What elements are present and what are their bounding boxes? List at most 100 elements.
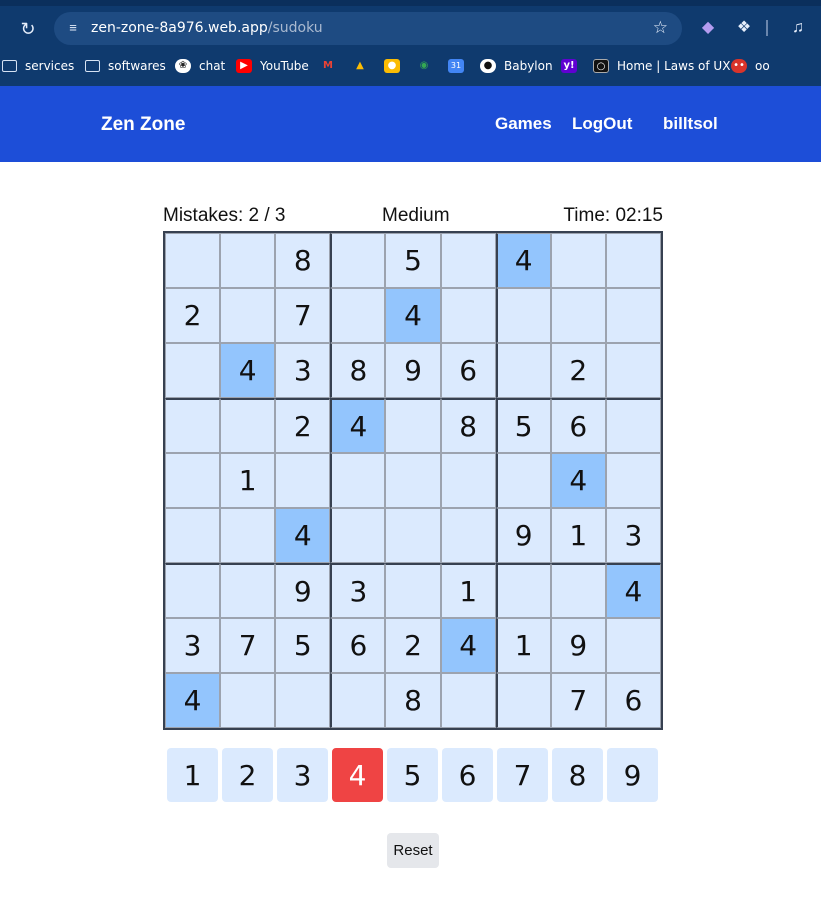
reset-button[interactable]: Reset xyxy=(387,833,439,868)
sudoku-cell[interactable]: 5 xyxy=(495,398,551,453)
sudoku-cell[interactable] xyxy=(330,288,386,343)
sudoku-cell[interactable] xyxy=(550,233,606,288)
sudoku-cell[interactable]: 5 xyxy=(275,618,331,673)
sudoku-cell[interactable]: 4 xyxy=(440,618,496,673)
number-button-6[interactable]: 6 xyxy=(442,748,493,802)
bookmark-oo[interactable]: •• oo xyxy=(731,53,770,78)
sudoku-cell[interactable] xyxy=(330,233,386,288)
sudoku-cell[interactable]: 4 xyxy=(385,288,441,343)
sudoku-cell[interactable] xyxy=(165,563,221,618)
nav-games[interactable]: Games xyxy=(495,114,552,134)
sudoku-cell[interactable] xyxy=(165,508,221,563)
bookmark-chat[interactable]: ❀ chat xyxy=(175,53,225,78)
bookmark-gmail[interactable]: M xyxy=(320,53,344,78)
site-settings-icon[interactable]: ≡ xyxy=(64,19,82,37)
sudoku-cell[interactable]: 2 xyxy=(165,288,221,343)
sudoku-cell[interactable]: 8 xyxy=(275,233,331,288)
sudoku-cell[interactable] xyxy=(440,233,496,288)
extensions-icon[interactable]: ❖ xyxy=(733,17,755,39)
sudoku-cell[interactable] xyxy=(220,563,276,618)
brand-logo[interactable]: Zen Zone xyxy=(101,114,185,136)
sudoku-cell[interactable]: 6 xyxy=(550,398,606,453)
sudoku-cell[interactable]: 9 xyxy=(385,343,441,398)
sudoku-cell[interactable] xyxy=(495,453,551,508)
bookmark-drive[interactable]: ▲ xyxy=(352,53,376,78)
sudoku-cell[interactable] xyxy=(165,453,221,508)
sudoku-cell[interactable]: 8 xyxy=(330,343,386,398)
sudoku-cell[interactable] xyxy=(220,288,276,343)
sudoku-cell[interactable] xyxy=(275,453,331,508)
sudoku-cell[interactable]: 6 xyxy=(605,673,661,728)
sudoku-cell[interactable] xyxy=(385,508,441,563)
address-bar[interactable]: ≡ zen-zone-8a976.web.app/sudoku ☆ xyxy=(54,12,682,45)
sudoku-cell[interactable]: 6 xyxy=(330,618,386,673)
sudoku-cell[interactable] xyxy=(605,398,661,453)
number-button-1[interactable]: 1 xyxy=(167,748,218,802)
sudoku-cell[interactable]: 4 xyxy=(605,563,661,618)
sudoku-cell[interactable] xyxy=(165,343,221,398)
sudoku-cell[interactable]: 3 xyxy=(605,508,661,563)
sudoku-cell[interactable]: 7 xyxy=(275,288,331,343)
sudoku-cell[interactable] xyxy=(440,673,496,728)
sudoku-cell[interactable] xyxy=(440,508,496,563)
number-button-9[interactable]: 9 xyxy=(607,748,658,802)
sudoku-cell[interactable] xyxy=(495,563,551,618)
sudoku-cell[interactable] xyxy=(385,398,441,453)
media-controls-icon[interactable]: ♫ xyxy=(787,17,809,39)
sudoku-cell[interactable] xyxy=(495,288,551,343)
sudoku-cell[interactable] xyxy=(330,673,386,728)
bookmark-youtube[interactable]: ▶ YouTube xyxy=(236,53,309,78)
sudoku-cell[interactable] xyxy=(220,508,276,563)
sudoku-cell[interactable] xyxy=(220,233,276,288)
sudoku-cell[interactable]: 6 xyxy=(440,343,496,398)
sudoku-cell[interactable]: 4 xyxy=(495,233,551,288)
sudoku-cell[interactable] xyxy=(165,398,221,453)
sudoku-cell[interactable] xyxy=(440,288,496,343)
sudoku-cell[interactable]: 1 xyxy=(220,453,276,508)
sudoku-cell[interactable]: 1 xyxy=(440,563,496,618)
sudoku-cell[interactable]: 4 xyxy=(330,398,386,453)
sudoku-cell[interactable]: 2 xyxy=(550,343,606,398)
sudoku-cell[interactable] xyxy=(605,233,661,288)
sudoku-cell[interactable] xyxy=(220,673,276,728)
sudoku-cell[interactable] xyxy=(550,563,606,618)
bookmark-softwares[interactable]: softwares xyxy=(85,53,166,78)
sudoku-cell[interactable] xyxy=(605,453,661,508)
url-text[interactable]: zen-zone-8a976.web.app/sudoku xyxy=(91,20,323,36)
sudoku-cell[interactable] xyxy=(605,618,661,673)
bookmark-star-icon[interactable]: ☆ xyxy=(653,18,668,38)
sudoku-cell[interactable]: 7 xyxy=(220,618,276,673)
sudoku-cell[interactable] xyxy=(495,673,551,728)
sudoku-cell[interactable]: 2 xyxy=(275,398,331,453)
sudoku-cell[interactable]: 4 xyxy=(220,343,276,398)
number-button-2[interactable]: 2 xyxy=(222,748,273,802)
sudoku-cell[interactable]: 4 xyxy=(275,508,331,563)
sudoku-cell[interactable] xyxy=(440,453,496,508)
sudoku-cell[interactable]: 1 xyxy=(495,618,551,673)
sudoku-cell[interactable]: 8 xyxy=(385,673,441,728)
sudoku-cell[interactable] xyxy=(330,508,386,563)
sudoku-cell[interactable]: 7 xyxy=(550,673,606,728)
sudoku-cell[interactable]: 4 xyxy=(165,673,221,728)
sudoku-cell[interactable] xyxy=(220,398,276,453)
number-button-5[interactable]: 5 xyxy=(387,748,438,802)
nav-username[interactable]: billtsol xyxy=(663,114,718,134)
bookmark-maps[interactable]: ◉ xyxy=(416,53,440,78)
number-button-8[interactable]: 8 xyxy=(552,748,603,802)
sudoku-cell[interactable]: 1 xyxy=(550,508,606,563)
sudoku-cell[interactable]: 9 xyxy=(275,563,331,618)
bookmark-babylon[interactable]: ● Babylon xyxy=(480,53,553,78)
sudoku-cell[interactable] xyxy=(550,288,606,343)
sudoku-cell[interactable] xyxy=(330,453,386,508)
bookmark-services[interactable]: services xyxy=(2,53,74,78)
sudoku-cell[interactable]: 8 xyxy=(440,398,496,453)
sudoku-cell[interactable] xyxy=(385,453,441,508)
nav-logout[interactable]: LogOut xyxy=(572,114,632,134)
sudoku-cell[interactable]: 9 xyxy=(495,508,551,563)
sudoku-cell[interactable]: 2 xyxy=(385,618,441,673)
sudoku-cell[interactable]: 3 xyxy=(165,618,221,673)
sudoku-cell[interactable] xyxy=(165,233,221,288)
sudoku-cell[interactable] xyxy=(495,343,551,398)
number-button-7[interactable]: 7 xyxy=(497,748,548,802)
sudoku-cell[interactable]: 4 xyxy=(550,453,606,508)
